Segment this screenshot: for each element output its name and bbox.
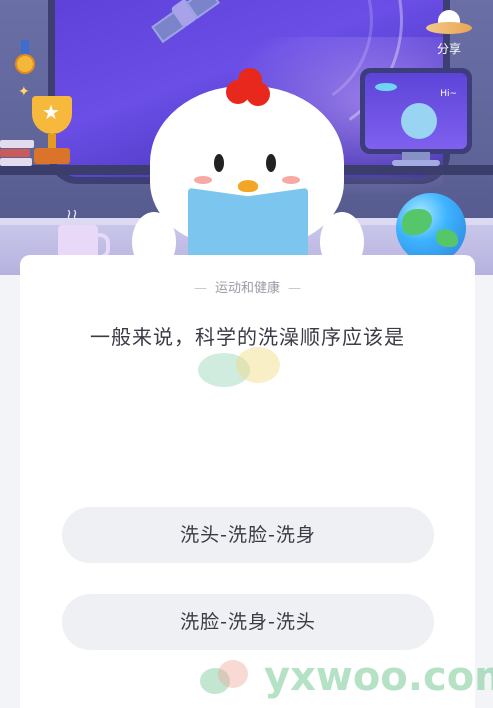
question-card: — 运动和健康 — 一般来说，科学的洗澡顺序应该是 洗头-洗脸-洗身 洗脸-洗身-洗… (20, 255, 475, 708)
ufo-icon (375, 83, 397, 91)
watermark-text: yxwoo.com (264, 654, 493, 700)
header-scene: ✦ ★ ≀≀ Hi~ 分享 (0, 0, 493, 275)
chicken-mascot (128, 62, 368, 272)
alien-icon (401, 103, 437, 139)
answer-option-1[interactable]: 洗头-洗脸-洗身 (62, 507, 434, 563)
question-text: 一般来说，科学的洗澡顺序应该是 (90, 325, 405, 349)
book-icon (188, 187, 308, 267)
share-button[interactable]: 分享 (424, 6, 474, 66)
category-text: 运动和健康 (214, 281, 280, 296)
globe-icon (396, 193, 466, 263)
comb-icon (226, 68, 270, 108)
monitor-greeting: Hi~ (440, 89, 457, 99)
steam-icon: ≀≀ (66, 205, 78, 224)
share-label: 分享 (436, 42, 461, 56)
site-watermark: yxwoo.com (200, 652, 493, 702)
books-icon (0, 140, 36, 166)
watermark-logo (198, 347, 288, 387)
watermark-logo-icon (200, 658, 254, 698)
monitor-illustration: Hi~ (360, 68, 472, 154)
answer-option-2[interactable]: 洗脸-洗身-洗头 (62, 594, 434, 650)
category-label: — 运动和健康 — (193, 281, 301, 296)
medal-icon (12, 40, 38, 76)
